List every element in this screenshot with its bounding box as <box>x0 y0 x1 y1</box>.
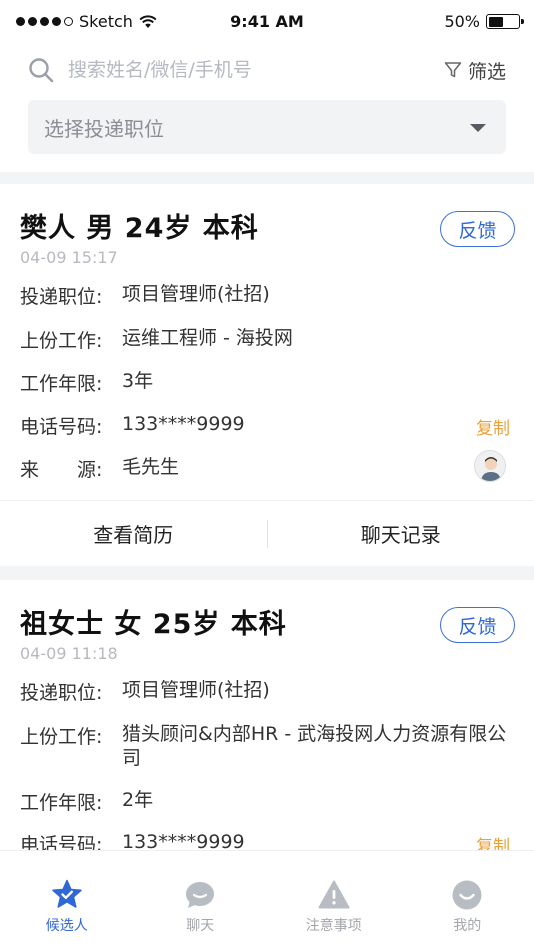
candidate-name: 祖女士 女 25岁 本科 <box>20 609 287 640</box>
info-label: 上份工作: <box>20 330 103 352</box>
info-row-experience: 工作年限: 3年 <box>20 369 514 396</box>
view-resume-button[interactable]: 查看简历 <box>0 501 267 566</box>
battery-percent: 50% <box>444 12 480 31</box>
signal-icon <box>16 17 73 26</box>
battery-icon <box>486 14 524 29</box>
info-row-source: 来 源: 毛先生 <box>20 455 514 482</box>
status-bar: Sketch 9:41 AM 50% <box>0 0 534 44</box>
avatar[interactable] <box>474 450 506 482</box>
info-row-experience: 工作年限: 2年 <box>20 788 514 815</box>
candidate-card: 樊人 男 24岁 本科 04-09 15:17 反馈 投递职位: 项目管理师(社… <box>0 184 534 566</box>
info-label: 上份工作: <box>20 726 103 748</box>
copy-phone-button[interactable]: 复制 <box>476 832 510 850</box>
smile-face-icon <box>452 880 482 910</box>
info-row-position: 投递职位: 项目管理师(社招) <box>20 678 514 705</box>
copy-phone-button[interactable]: 复制 <box>476 414 510 439</box>
info-value: 运维工程师 - 海投网 <box>122 327 293 349</box>
chat-bubble-icon <box>186 882 215 908</box>
info-value: 项目管理师(社招) <box>122 679 270 701</box>
info-value: 133****9999 <box>122 413 245 435</box>
filter-label: 筛选 <box>467 60 506 83</box>
tab-label: 聊天 <box>186 918 215 934</box>
info-value: 项目管理师(社招) <box>122 283 270 305</box>
info-value: 2年 <box>122 789 154 811</box>
info-row-position: 投递职位: 项目管理师(社招) <box>20 282 514 309</box>
info-label: 电话号码: <box>20 834 103 850</box>
info-label: 来 源: <box>20 459 103 481</box>
section-divider <box>0 566 534 580</box>
info-value: 毛先生 <box>122 456 180 478</box>
info-value: 3年 <box>122 370 154 392</box>
star-badge-icon <box>52 879 82 908</box>
position-select[interactable]: 选择投递职位 <box>28 100 506 154</box>
position-select-placeholder: 选择投递职位 <box>44 116 164 141</box>
tab-candidates[interactable]: 候选人 <box>0 851 134 950</box>
info-row-phone: 电话号码: 133****9999 <box>20 830 514 850</box>
status-left: Sketch <box>16 12 157 31</box>
section-divider <box>0 172 534 184</box>
info-label: 投递职位: <box>20 286 103 308</box>
info-label: 投递职位: <box>20 682 103 704</box>
search-icon <box>29 58 54 83</box>
info-label: 工作年限: <box>20 792 103 814</box>
chat-history-button[interactable]: 聊天记录 <box>268 501 534 566</box>
tab-chat[interactable]: 聊天 <box>134 851 268 950</box>
carrier-name: Sketch <box>79 12 133 31</box>
info-row-phone: 电话号码: 133****9999 <box>20 412 514 439</box>
caret-down-icon <box>470 124 486 132</box>
filter-button[interactable]: 筛选 <box>444 57 506 84</box>
tab-label: 我的 <box>453 918 482 934</box>
wifi-icon <box>139 14 157 28</box>
tab-notices[interactable]: 注意事项 <box>267 851 401 950</box>
tab-bar: 候选人 聊天 注意事项 我的 <box>0 850 534 950</box>
card-actions: 查看简历 聊天记录 <box>0 500 534 566</box>
candidate-card: 祖女士 女 25岁 本科 04-09 11:18 反馈 投递职位: 项目管理师(… <box>0 580 534 850</box>
warning-icon <box>318 880 350 909</box>
info-value: 133****9999 <box>122 831 245 850</box>
candidate-name: 樊人 男 24岁 本科 <box>20 213 259 244</box>
search-input[interactable] <box>68 59 444 81</box>
search-row: 筛选 <box>28 52 506 88</box>
candidate-time: 04-09 11:18 <box>20 644 118 663</box>
candidate-time: 04-09 15:17 <box>20 248 118 267</box>
status-right: 50% <box>444 12 524 31</box>
info-row-last-job: 上份工作: 运维工程师 - 海投网 <box>20 326 514 353</box>
info-row-last-job: 上份工作: 猎头顾问&内部HR - 武海投网人力资源有限公司 <box>20 722 514 770</box>
tab-profile[interactable]: 我的 <box>401 851 534 950</box>
filter-icon <box>444 62 462 78</box>
feedback-button[interactable]: 反馈 <box>440 607 515 643</box>
feedback-button[interactable]: 反馈 <box>440 211 515 247</box>
tab-label: 候选人 <box>45 918 88 934</box>
tab-label: 注意事项 <box>305 918 362 934</box>
info-label: 工作年限: <box>20 373 103 395</box>
info-label: 电话号码: <box>20 416 103 438</box>
info-value: 猎头顾问&内部HR - 武海投网人力资源有限公司 <box>122 723 507 769</box>
